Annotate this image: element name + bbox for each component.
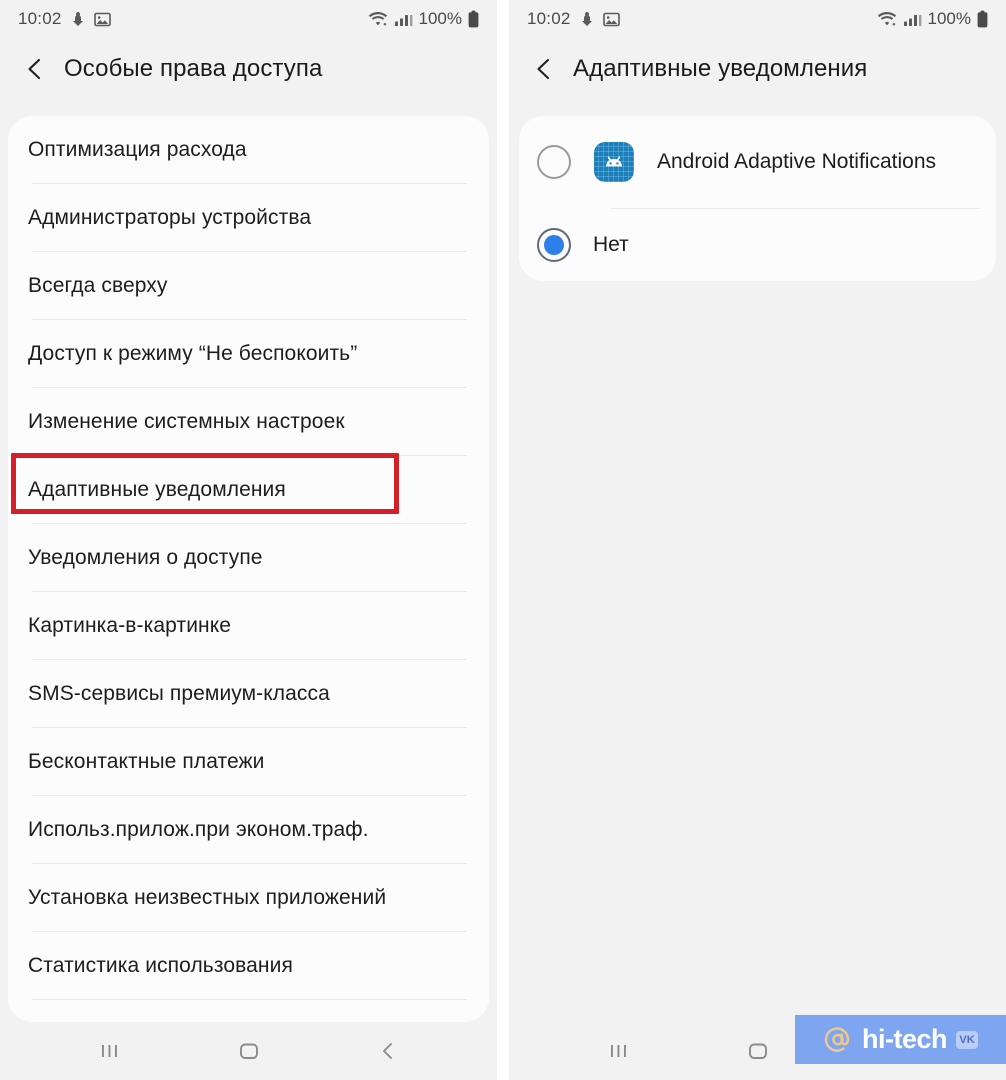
radio-option-label: Android Adaptive Notifications bbox=[657, 149, 936, 173]
list-item-install-unknown-apps[interactable]: Установка неизвестных приложений bbox=[8, 864, 489, 931]
image-icon bbox=[93, 12, 111, 26]
list-item-dnd-access[interactable]: Доступ к режиму “Не беспокоить” bbox=[8, 320, 489, 387]
download-icon bbox=[72, 12, 83, 26]
radio-selected-dot bbox=[544, 235, 564, 255]
list-item-data-saver-apps[interactable]: Использ.прилож.при эконом.траф. bbox=[8, 796, 489, 863]
list-item-label: Статистика использования bbox=[28, 953, 293, 977]
adaptive-notifications-options-card: Android Adaptive Notifications Нет bbox=[519, 116, 996, 281]
image-icon bbox=[602, 12, 620, 26]
home-button[interactable] bbox=[232, 1034, 266, 1068]
panel-gutter bbox=[497, 0, 509, 1080]
list-item-label: Использ.прилож.при эконом.траф. bbox=[28, 817, 369, 841]
status-bar-right-group: 100% bbox=[877, 9, 988, 29]
recents-icon bbox=[101, 1045, 117, 1057]
watermark-text: hi-tech bbox=[861, 1024, 948, 1054]
list-item-notification-access[interactable]: Уведомления о доступе bbox=[8, 524, 489, 591]
home-button[interactable] bbox=[741, 1034, 775, 1068]
status-bar-left-group: 10:02 bbox=[18, 9, 111, 29]
list-item-partially-visible[interactable] bbox=[8, 1000, 489, 1022]
hi-tech-watermark: hi-tech VK bbox=[795, 1015, 1006, 1064]
left-phone-screen: 10:02 100% Особые права доступа Оптимиза… bbox=[0, 0, 497, 1080]
list-item-label: Адаптивные уведомления bbox=[28, 477, 286, 501]
back-chevron-icon[interactable] bbox=[531, 56, 557, 82]
battery-percentage: 100% bbox=[418, 9, 462, 28]
battery-full-icon bbox=[977, 10, 988, 28]
list-item-device-admins[interactable]: Администраторы устройства bbox=[8, 184, 489, 251]
left-navigation-bar bbox=[0, 1022, 497, 1080]
left-status-bar: 10:02 100% bbox=[0, 0, 497, 38]
home-icon bbox=[239, 1043, 258, 1059]
recents-button[interactable] bbox=[93, 1034, 127, 1068]
right-title-bar: Адаптивные уведомления bbox=[509, 38, 1006, 100]
list-item-label: Уведомления о доступе bbox=[28, 545, 263, 569]
radio-button-selected[interactable] bbox=[537, 228, 571, 262]
list-item-label: SMS-сервисы премиум-класса bbox=[28, 681, 330, 705]
list-item-label bbox=[28, 1004, 34, 1022]
list-item-usage-stats[interactable]: Статистика использования bbox=[8, 932, 489, 999]
list-item-battery-optimization[interactable]: Оптимизация расхода bbox=[8, 116, 489, 183]
list-item-label: Администраторы устройства bbox=[28, 205, 312, 229]
list-item-label: Бесконтактные платежи bbox=[28, 749, 265, 773]
wifi-icon bbox=[368, 11, 387, 25]
list-item-modify-system-settings[interactable]: Изменение системных настроек bbox=[8, 388, 489, 455]
status-bar-right-group: 100% bbox=[368, 9, 479, 29]
signal-bars-icon bbox=[394, 15, 412, 26]
android-adaptive-notifications-icon bbox=[593, 141, 635, 183]
page-title: Особые права доступа bbox=[64, 55, 323, 82]
back-chevron-icon[interactable] bbox=[22, 56, 48, 82]
list-item-label: Доступ к режиму “Не беспокоить” bbox=[28, 341, 358, 365]
list-item-label: Оптимизация расхода bbox=[28, 137, 247, 161]
at-sign-icon bbox=[824, 1026, 850, 1052]
list-item-label: Картинка-в-картинке bbox=[28, 613, 232, 637]
list-item-label: Изменение системных настроек bbox=[28, 409, 345, 433]
signal-bars-icon bbox=[903, 15, 921, 26]
list-item-premium-sms[interactable]: SMS-сервисы премиум-класса bbox=[8, 660, 489, 727]
special-access-list-card: Оптимизация расхода Администраторы устро… bbox=[8, 116, 489, 1022]
recents-button[interactable] bbox=[602, 1034, 636, 1068]
status-bar-clock: 10:02 bbox=[18, 9, 62, 28]
left-title-bar: Особые права доступа bbox=[0, 38, 497, 100]
page-title: Адаптивные уведомления bbox=[573, 55, 868, 82]
status-bar-clock: 10:02 bbox=[527, 9, 571, 28]
list-item-contactless-payments[interactable]: Бесконтактные платежи bbox=[8, 728, 489, 795]
battery-percentage: 100% bbox=[927, 9, 971, 28]
back-button[interactable] bbox=[371, 1034, 405, 1068]
radio-option-android-adaptive-notifications[interactable]: Android Adaptive Notifications bbox=[519, 116, 996, 208]
right-phone-screen: 10:02 100% Адаптивные уведомления Androi… bbox=[509, 0, 1006, 1080]
download-icon bbox=[581, 12, 592, 26]
battery-full-icon bbox=[468, 10, 479, 28]
list-item-adaptive-notifications[interactable]: Адаптивные уведомления bbox=[8, 456, 489, 523]
recents-icon bbox=[610, 1045, 626, 1057]
list-item-picture-in-picture[interactable]: Картинка-в-картинке bbox=[8, 592, 489, 659]
list-item-label: Установка неизвестных приложений bbox=[28, 885, 387, 909]
dual-screenshot-container: 10:02 100% Особые права доступа Оптимиза… bbox=[0, 0, 1006, 1080]
radio-button-unselected[interactable] bbox=[537, 145, 571, 179]
right-content-spacer bbox=[509, 281, 1006, 1022]
vk-badge-icon: VK bbox=[956, 1030, 978, 1049]
right-status-bar: 10:02 100% bbox=[509, 0, 1006, 38]
home-icon bbox=[748, 1043, 767, 1059]
radio-option-label: Нет bbox=[593, 232, 629, 256]
radio-option-none[interactable]: Нет bbox=[519, 209, 996, 281]
list-item-always-on-top[interactable]: Всегда сверху bbox=[8, 252, 489, 319]
status-bar-left-group: 10:02 bbox=[527, 9, 620, 29]
wifi-icon bbox=[877, 11, 896, 25]
back-icon bbox=[382, 1043, 392, 1059]
list-item-label: Всегда сверху bbox=[28, 273, 168, 297]
